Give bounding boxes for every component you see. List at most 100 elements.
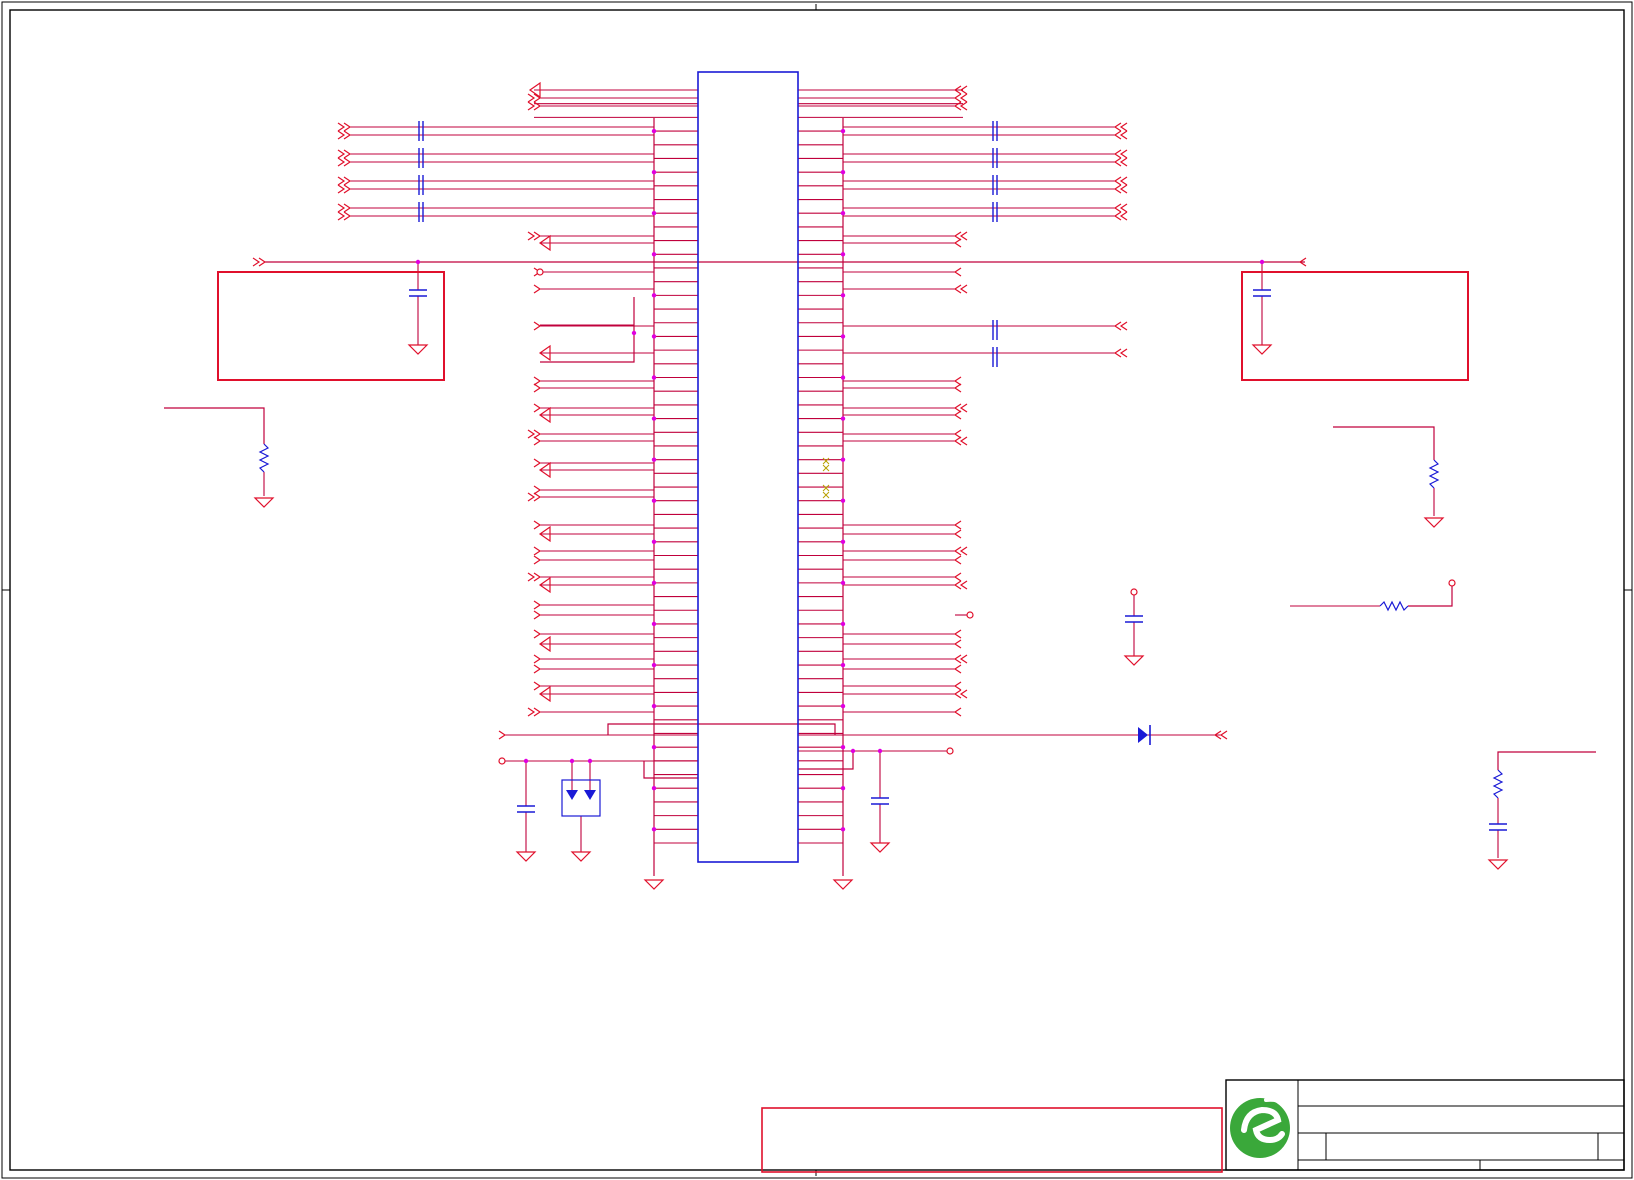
ground-symbol xyxy=(1487,859,1509,870)
company-logo-icon xyxy=(1230,1097,1294,1158)
net-wires xyxy=(164,89,1596,876)
offpage-connector xyxy=(533,629,542,639)
offpage-connector xyxy=(953,639,962,649)
offpage-connector xyxy=(533,376,542,386)
offpage-connector xyxy=(533,555,542,565)
junction-dot xyxy=(651,169,657,175)
junction-dot xyxy=(651,416,657,421)
junction-dot xyxy=(840,539,846,544)
ground-symbol xyxy=(832,879,854,890)
junction-dot xyxy=(840,703,846,709)
offpage-connector xyxy=(1119,157,1128,167)
resistor xyxy=(1492,769,1504,799)
offpage-connector xyxy=(527,492,536,502)
ground-symbol xyxy=(1123,655,1145,666)
offpage-connector xyxy=(959,546,968,556)
power-port xyxy=(498,757,506,765)
components xyxy=(258,71,1507,863)
offpage-connector xyxy=(1119,176,1128,186)
junction-dot xyxy=(651,498,657,503)
power-port xyxy=(1130,588,1138,596)
offpage-connector xyxy=(533,436,542,446)
junction-dot xyxy=(840,293,846,298)
tvs-diode xyxy=(584,790,596,800)
junction-dot xyxy=(651,252,657,257)
offpage-connector xyxy=(953,529,962,539)
junction-dot xyxy=(651,457,657,462)
junction-dot xyxy=(651,786,657,791)
note-box-left xyxy=(217,271,445,381)
offpage-connector xyxy=(1119,348,1128,358)
offpage-connector xyxy=(533,458,542,468)
junction-dot xyxy=(840,128,846,134)
resistor xyxy=(258,443,270,473)
offpage-connector xyxy=(959,231,968,241)
junction-dot xyxy=(651,334,657,339)
offpage-connector xyxy=(959,403,968,413)
junction-dot xyxy=(651,375,657,380)
wire xyxy=(1408,585,1453,607)
outer-border xyxy=(1,1,1633,1179)
offpage-connector xyxy=(1119,203,1128,213)
offpage-connector xyxy=(533,403,542,413)
junction-dot xyxy=(651,703,657,709)
junction-dot xyxy=(840,416,846,421)
ground-symbol xyxy=(1251,344,1273,355)
junction-dot xyxy=(651,621,657,627)
junction-dot xyxy=(840,827,846,832)
offpage-connector xyxy=(953,572,962,582)
junction-dot xyxy=(840,457,846,462)
junction-dot xyxy=(840,252,846,257)
wire xyxy=(643,761,698,779)
ground-symbol xyxy=(407,344,429,355)
offpage-connector xyxy=(959,654,968,664)
offpage-connector xyxy=(527,429,536,439)
junction-dot xyxy=(840,621,846,627)
offpage-connector xyxy=(953,376,962,386)
offpage-connector xyxy=(337,130,346,140)
offpage-connector xyxy=(337,122,346,132)
offpage-connector xyxy=(1119,321,1128,331)
offpage-connector xyxy=(953,410,962,420)
tvs-array xyxy=(561,779,601,817)
offpage-connector xyxy=(533,321,542,331)
junction-dot xyxy=(651,128,657,134)
offpage-connector xyxy=(527,231,536,241)
power-port xyxy=(966,611,974,619)
offpage-connector xyxy=(953,629,962,639)
offpage-connector xyxy=(1119,149,1128,159)
diode xyxy=(1138,727,1148,743)
offpage-connector xyxy=(533,546,542,556)
offpage-connector xyxy=(337,157,346,167)
offpage-connector xyxy=(953,520,962,530)
tvs-diode xyxy=(566,790,578,800)
note-box-right xyxy=(1241,271,1469,381)
wire xyxy=(1333,426,1435,460)
ground-symbol xyxy=(869,842,891,853)
junction-dot xyxy=(850,748,856,754)
offpage-connector xyxy=(337,149,346,159)
wire xyxy=(164,407,265,444)
wire xyxy=(1497,751,1596,770)
offpage-connector xyxy=(527,572,536,582)
offpage-connector xyxy=(533,664,542,674)
main-connector-body xyxy=(697,71,799,863)
offpage-connector xyxy=(533,610,542,620)
offpage-connector xyxy=(953,267,962,277)
offpage-connector xyxy=(337,203,346,213)
offpage-connector xyxy=(533,383,542,393)
offpage-connector xyxy=(959,436,968,446)
offpage-connector xyxy=(959,93,968,103)
offpage-connector xyxy=(527,93,536,103)
junction-dot xyxy=(840,334,846,339)
junction-dot xyxy=(840,211,846,216)
junction-dot xyxy=(651,580,657,586)
offpage-connector xyxy=(953,707,962,717)
junction-dot xyxy=(651,662,657,668)
junction-dot xyxy=(651,827,657,832)
junction-dot xyxy=(840,662,846,668)
junction-dot xyxy=(415,259,421,265)
junction-dot xyxy=(523,758,529,764)
offpage-connector xyxy=(533,284,542,294)
offpage-connector xyxy=(953,429,962,439)
